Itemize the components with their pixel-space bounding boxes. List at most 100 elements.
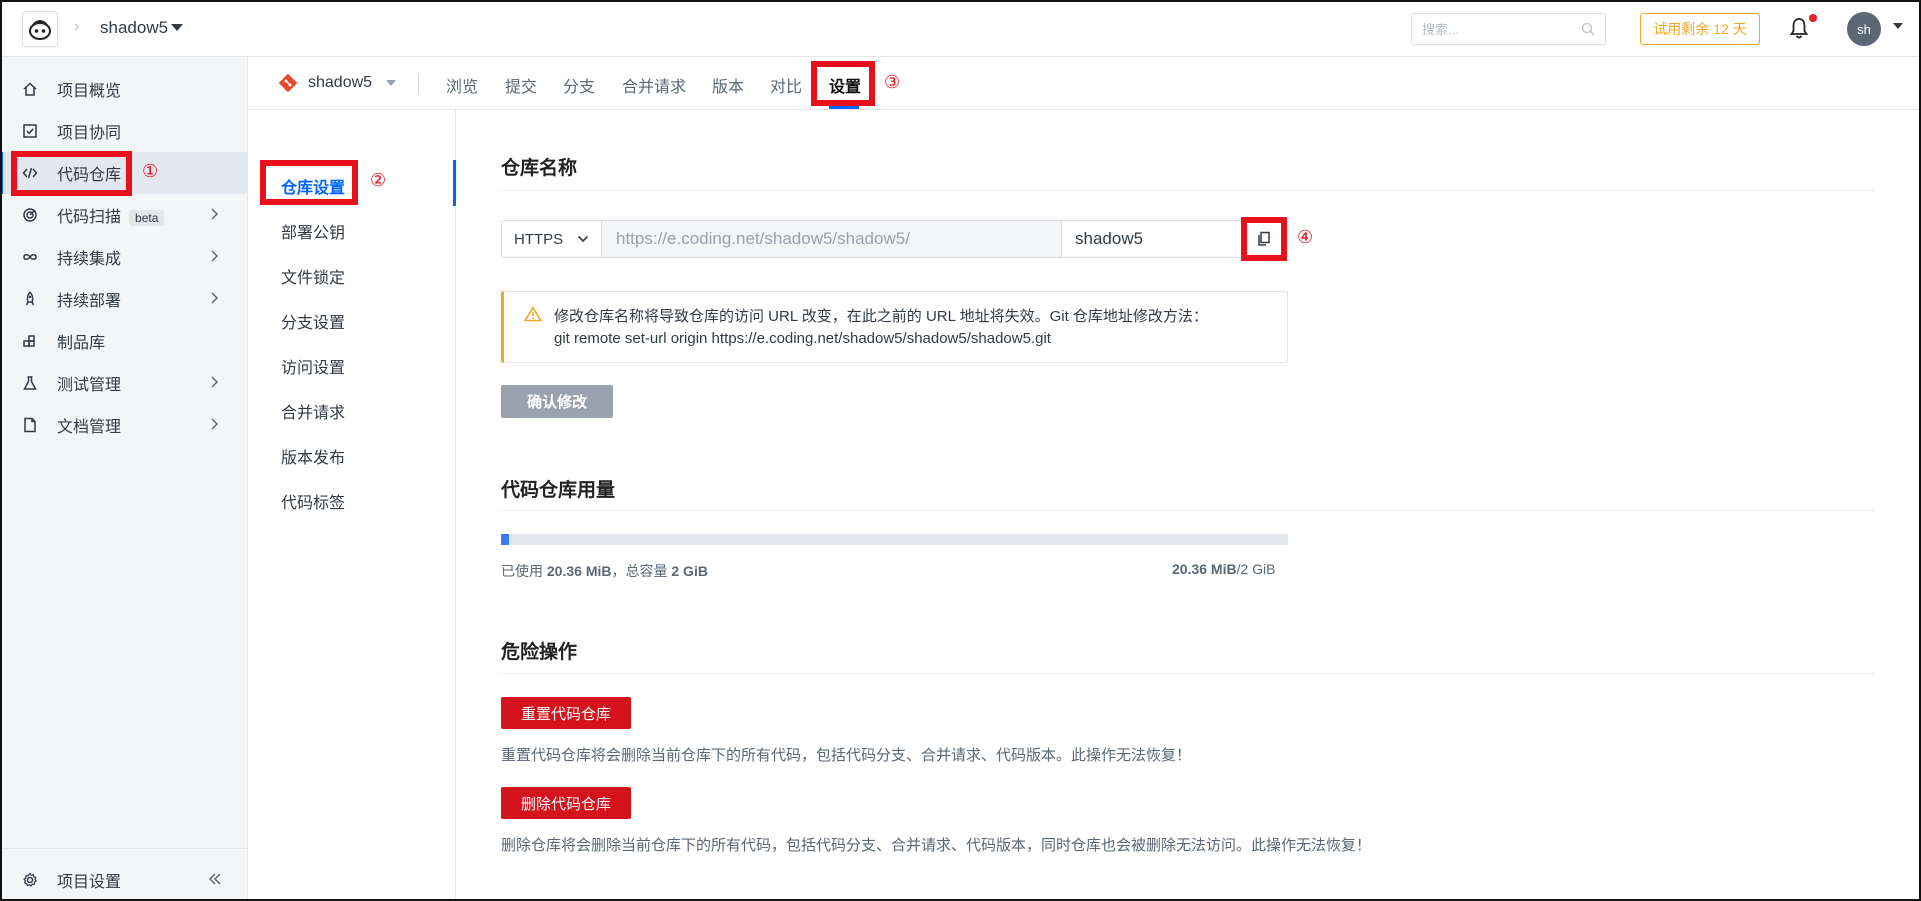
section-title-usage: 代码仓库用量 <box>501 480 616 501</box>
section-divider <box>501 510 1874 511</box>
trial-badge[interactable]: 试用剩余 12 天 <box>1640 13 1760 45</box>
warning-icon <box>524 306 542 322</box>
settings-nav-branch-settings[interactable]: 分支设置 <box>281 309 345 333</box>
sidebar-item-label: 项目设置 <box>57 874 122 891</box>
chevron-right-icon <box>211 418 219 430</box>
chevron-right-icon <box>211 208 219 220</box>
sidebar-item-label: 测试管理 <box>57 377 122 394</box>
repo-tab-bar: shadow5 浏览 提交 分支 合并请求 版本 对比 设置 <box>248 57 1921 110</box>
rocket-icon <box>25 291 35 306</box>
tab-divider <box>418 75 419 93</box>
sidebar-item-testing[interactable]: 测试管理 <box>0 362 247 404</box>
collapse-sidebar-icon[interactable] <box>207 872 223 886</box>
sidebar-item-docs[interactable]: 文档管理 <box>0 404 247 446</box>
tab-releases[interactable]: 版本 <box>712 73 744 97</box>
sidebar-item-label: 持续集成 <box>57 251 122 268</box>
search-icon[interactable] <box>1581 22 1595 36</box>
sidebar-item-label: 项目概览 <box>57 83 122 100</box>
annotation-box-1 <box>11 151 132 196</box>
delete-repo-button[interactable]: 删除代码仓库 <box>501 787 631 819</box>
sidebar-item-ci[interactable]: 持续集成 <box>0 236 247 278</box>
avatar[interactable]: sh <box>1847 12 1881 46</box>
tab-branches[interactable]: 分支 <box>563 73 595 97</box>
sidebar-item-label: 持续部署 <box>57 293 122 310</box>
copy-button[interactable] <box>1241 217 1287 261</box>
repo-url-prefix: https://e.coding.net/shadow5/shadow5/ <box>602 221 1062 257</box>
protocol-value: HTTPS <box>514 230 564 248</box>
document-icon <box>24 417 36 433</box>
git-icon <box>278 73 298 93</box>
search-box[interactable] <box>1411 13 1606 45</box>
tab-browse[interactable]: 浏览 <box>446 73 478 97</box>
flask-icon <box>23 376 37 390</box>
tab-merge-requests[interactable]: 合并请求 <box>622 73 686 97</box>
section-divider <box>501 190 1874 191</box>
breadcrumb-separator-icon: › <box>74 18 80 35</box>
sidebar-item-label: 项目协同 <box>57 125 122 142</box>
settings-nav-tags[interactable]: 代码标签 <box>281 489 345 513</box>
section-title-danger: 危险操作 <box>501 642 578 663</box>
sidebar-item-label: 制品库 <box>57 335 106 352</box>
sidebar-item-collaboration[interactable]: 项目协同 <box>0 110 247 152</box>
settings-nav-access-settings[interactable]: 访问设置 <box>281 354 345 378</box>
confirm-rename-button[interactable]: 确认修改 <box>501 385 613 418</box>
checkbox-icon <box>23 124 37 138</box>
active-tab-indicator <box>829 106 859 109</box>
settings-nav-releases[interactable]: 版本发布 <box>281 444 345 468</box>
settings-nav-deploy-keys[interactable]: 部署公钥 <box>281 219 345 243</box>
sidebar-item-project-settings[interactable]: 项目设置 <box>0 859 247 901</box>
annotation-box-3 <box>811 61 875 106</box>
settings-nav-file-lock[interactable]: 文件锁定 <box>281 264 345 288</box>
chevron-right-icon <box>211 292 219 304</box>
annotation-number-4: ④ <box>1297 227 1314 248</box>
app-logo[interactable] <box>22 11 58 47</box>
section-divider <box>501 673 1874 674</box>
sidebar-divider <box>0 848 247 849</box>
annotation-number-1: ① <box>142 161 159 182</box>
annotation-number-3: ③ <box>884 72 901 93</box>
usage-progress-fill <box>501 534 509 545</box>
search-input[interactable] <box>1422 14 1572 44</box>
caret-down-icon[interactable] <box>1893 23 1903 29</box>
reset-repo-description: 重置代码仓库将会删除当前仓库下的所有代码，包括代码分支、合并请求、代码版本。此操… <box>501 747 1192 764</box>
copy-icon <box>1258 231 1270 246</box>
top-bar: › shadow5 试用剩余 12 天 sh <box>0 0 1921 57</box>
repo-name-input[interactable] <box>1062 221 1239 257</box>
project-switcher[interactable]: shadow5 <box>100 18 168 38</box>
caret-down-icon[interactable] <box>171 24 183 31</box>
usage-summary: 已使用 20.36 MiB，总容量 2 GiB <box>501 563 708 579</box>
warning-text: 修改仓库名称将导致仓库的访问 URL 改变，在此之前的 URL 地址将失效。Gi… <box>554 308 1208 325</box>
section-title-repo-name: 仓库名称 <box>501 158 578 179</box>
sidebar-item-artifacts[interactable]: 制品库 <box>0 320 247 362</box>
settings-nav: 仓库设置 部署公钥 文件锁定 分支设置 访问设置 合并请求 版本发布 代码标签 <box>248 110 456 901</box>
chevron-right-icon <box>211 376 219 388</box>
scan-icon <box>23 208 37 222</box>
sidebar-item-cd[interactable]: 持续部署 <box>0 278 247 320</box>
annotation-box-2 <box>260 160 358 205</box>
beta-badge: beta <box>129 209 165 226</box>
gear-icon <box>23 872 38 887</box>
tab-commits[interactable]: 提交 <box>505 73 537 97</box>
tab-compare[interactable]: 对比 <box>770 73 802 97</box>
repo-url-group: HTTPS https://e.coding.net/shadow5/shado… <box>501 220 1246 258</box>
settings-content: 仓库名称 HTTPS https://e.coding.net/shadow5/… <box>456 110 1921 901</box>
reset-repo-button[interactable]: 重置代码仓库 <box>501 697 631 729</box>
sidebar-item-code-scan[interactable]: 代码扫描 beta <box>0 194 247 236</box>
delete-repo-description: 删除仓库将会删除当前仓库下的所有代码，包括代码分支、合并请求、代码版本，同时仓库… <box>501 837 1372 854</box>
chevron-down-icon <box>578 235 589 243</box>
warning-command: git remote set-url origin https://e.codi… <box>554 330 1051 347</box>
sidebar-item-overview[interactable]: 项目概览 <box>0 68 247 110</box>
infinity-icon <box>23 254 37 260</box>
settings-nav-merge-requests[interactable]: 合并请求 <box>281 399 345 423</box>
home-icon <box>23 82 37 96</box>
protocol-select[interactable]: HTTPS <box>502 221 602 257</box>
sidebar-item-label: 代码扫描 beta <box>57 203 165 227</box>
chevron-right-icon <box>211 250 219 262</box>
bell-icon[interactable] <box>1790 17 1808 39</box>
usage-progress-bar <box>501 534 1288 545</box>
annotation-number-2: ② <box>370 170 387 191</box>
sidebar-item-label: 文档管理 <box>57 419 122 436</box>
caret-down-icon <box>386 80 397 86</box>
repo-selector[interactable]: shadow5 <box>278 73 397 93</box>
package-icon <box>23 335 35 347</box>
